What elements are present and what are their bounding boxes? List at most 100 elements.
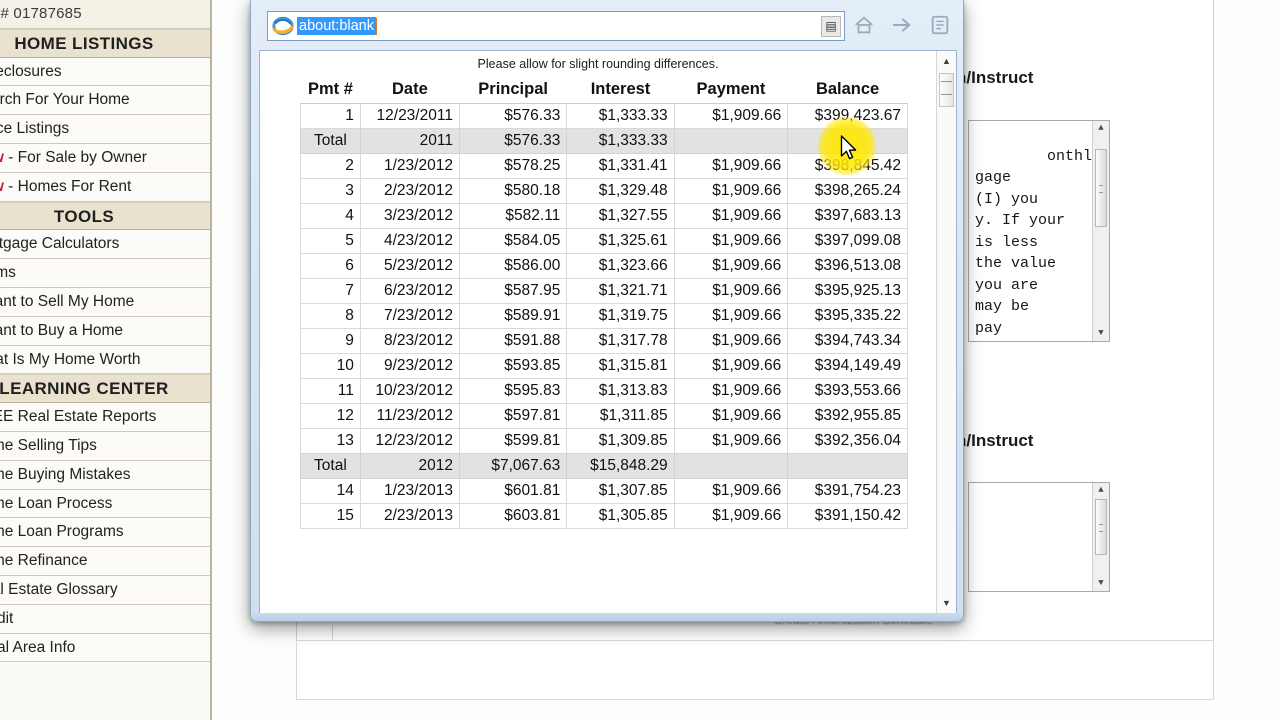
sidebar: Lic. # 01787685 HOME LISTINGS Foreclosure… — [0, 0, 212, 720]
cell-interest: $1,331.41 — [566, 152, 675, 179]
sidebar-item-label: Home Loan Programs — [0, 523, 124, 541]
sidebar-item-label: What Is My Home Worth — [0, 350, 141, 368]
cell-balance — [787, 127, 908, 154]
scroll-up-icon[interactable]: ▲ — [937, 52, 956, 70]
screen: Lic. # 01787685 HOME LISTINGS Foreclosure… — [0, 0, 1280, 720]
cell-principal: $584.05 — [458, 227, 568, 254]
cell-payment: $1,909.66 — [673, 377, 789, 404]
scrollbar-thumb[interactable] — [1095, 499, 1107, 555]
sidebar-section-tools: TOOLS — [0, 201, 210, 231]
popup-scrollbar[interactable]: ▲ ▼ — [936, 51, 956, 613]
cell-date: 2/23/2012 — [359, 177, 460, 204]
table-total-row: Total 2011 $576.33 $1,333.33 — [300, 127, 908, 154]
scroll-up-icon[interactable]: ▲ — [1093, 121, 1109, 136]
background-lower-panel — [296, 640, 1214, 700]
sidebar-item-i-want-to-buy-a-home[interactable]: I Want to Buy a Home — [0, 316, 210, 346]
table-row: 13 12/23/2012 $599.81 $1,309.85 $1,909.66 $39… — [300, 427, 908, 454]
cell-balance: $398,265.24 — [787, 177, 908, 204]
license-number: Lic. # 01787685 — [0, 0, 210, 29]
sidebar-item-i-want-to-sell-my-home[interactable]: I Want to Sell My Home — [0, 287, 210, 317]
scroll-down-icon[interactable]: ▼ — [937, 594, 956, 612]
sidebar-item-office-listings[interactable]: Office Listings — [0, 115, 210, 144]
refresh-icon[interactable] — [929, 14, 951, 36]
sidebar-item-home-refinance[interactable]: Home Refinance — [0, 547, 210, 576]
column-header-payment[interactable]: Payment — [674, 77, 788, 104]
cell-principal: $599.81 — [458, 427, 568, 454]
sidebar-item-local-area-info[interactable]: Local Area Info — [0, 633, 210, 663]
table-header-row: Pmt # Date Principal Interest Payment Balance — [300, 77, 908, 104]
sidebar-item-homes-for-rent[interactable]: New - Homes For Rent — [0, 172, 210, 202]
cell-payment — [673, 452, 789, 479]
background-heading-1: h/Instruct — [956, 68, 1034, 87]
scroll-up-icon[interactable]: ▲ — [1093, 483, 1109, 498]
sidebar-item-home-buying-mistakes[interactable]: Home Buying Mistakes — [0, 460, 210, 490]
explain-scrollbar-1[interactable]: ▲ ▼ — [1092, 121, 1109, 341]
sidebar-item-foreclosures[interactable]: Foreclosures — [0, 57, 210, 87]
cell-balance: $396,513.08 — [787, 252, 908, 279]
explain-scrollbar-2[interactable]: ▲ ▼ — [1092, 483, 1109, 591]
cell-interest: $1,333.33 — [566, 127, 675, 154]
explain-textarea-2[interactable]: ▲ ▼ — [968, 482, 1110, 592]
sidebar-item-label: Office Listings — [0, 120, 70, 138]
cell-date: 5/23/2012 — [359, 252, 460, 279]
new-badge: New — [0, 178, 4, 195]
cell-balance: $391,754.23 — [787, 477, 908, 504]
cell-payment: $1,909.66 — [673, 477, 789, 504]
new-badge: New — [0, 149, 4, 166]
cell-pmt: 11 — [300, 377, 361, 404]
cell-pmt: 13 — [300, 427, 361, 454]
sidebar-item-for-sale-by-owner[interactable]: New - For Sale by Owner — [0, 143, 210, 173]
column-header-principal[interactable]: Principal — [459, 77, 567, 104]
scrollbar-thumb[interactable] — [1095, 149, 1107, 227]
cell-pmt: 8 — [300, 302, 361, 329]
sidebar-item-label: Homes For Rent — [17, 177, 132, 195]
home-icon[interactable] — [853, 14, 875, 36]
cell-payment: $1,909.66 — [673, 277, 789, 304]
sidebar-item-label: Local Area Info — [0, 638, 76, 656]
explain-textarea-1[interactable]: onthly gage (I) you y. If your is less t… — [968, 120, 1110, 342]
cell-pmt: 7 — [300, 277, 361, 304]
sidebar-item-home-loan-programs[interactable]: Home Loan Programs — [0, 518, 210, 548]
cell-pmt: 12 — [300, 402, 361, 429]
table-row: 14 1/23/2013 $601.81 $1,307.85 $1,909.66 $391… — [300, 477, 908, 504]
cell-interest: $1,311.85 — [566, 402, 675, 429]
rounding-notice: Please allow for slight rounding differe… — [477, 57, 719, 71]
sidebar-item-free-real-estate-reports[interactable]: FREE Real Estate Reports — [0, 403, 210, 432]
address-dropdown-button[interactable]: ▤ — [821, 16, 841, 37]
cell-interest: $1,305.85 — [566, 502, 675, 529]
sidebar-item-label: FREE Real Estate Reports — [0, 408, 157, 426]
address-input-value[interactable]: about:blank — [297, 17, 376, 35]
sidebar-item-mortgage-calculators[interactable]: Mortgage Calculators — [0, 230, 210, 260]
sidebar-item-credit[interactable]: Credit — [0, 604, 210, 634]
cell-balance: $395,335.22 — [787, 302, 908, 329]
table-row: 8 7/23/2012 $589.91 $1,319.75 $1,909.66 $395,… — [300, 302, 908, 329]
cell-date: 11/23/2012 — [359, 402, 460, 429]
sidebar-item-real-estate-glossary[interactable]: Real Estate Glossary — [0, 575, 210, 605]
sidebar-item-home-selling-tips[interactable]: Home Selling Tips — [0, 431, 210, 461]
scroll-down-icon[interactable]: ▼ — [1093, 576, 1109, 591]
table-row: 10 9/23/2012 $593.85 $1,315.81 $1,909.66 $394… — [300, 352, 908, 379]
cell-payment: $1,909.66 — [673, 327, 789, 354]
cell-balance: $393,553.66 — [787, 377, 908, 404]
sidebar-item-what-is-my-home-worth[interactable]: What Is My Home Worth — [0, 345, 210, 375]
column-header-balance[interactable]: Balance — [787, 77, 908, 104]
cell-payment — [673, 127, 789, 154]
address-bar[interactable]: about:blank ▤ — [267, 11, 845, 41]
cell-interest: $1,309.85 — [566, 427, 675, 454]
cell-pmt: 14 — [300, 477, 361, 504]
cell-pmt: 10 — [300, 352, 361, 379]
sidebar-section-learning-center: LEARNING CENTER — [0, 374, 210, 404]
cell-balance: $392,955.85 — [787, 402, 908, 429]
arrow-icon[interactable] — [891, 14, 913, 36]
scroll-down-icon[interactable]: ▼ — [1093, 326, 1109, 341]
cell-balance: $397,683.13 — [787, 202, 908, 229]
column-header-interest[interactable]: Interest — [566, 77, 675, 104]
column-header-date[interactable]: Date — [360, 77, 460, 104]
sidebar-item-forms[interactable]: Forms — [0, 259, 210, 288]
table-row: 6 5/23/2012 $586.00 $1,323.66 $1,909.66 $396,… — [300, 252, 908, 279]
cell-principal: $587.95 — [458, 277, 568, 304]
column-header-pmt[interactable]: Pmt # — [300, 77, 361, 104]
sidebar-item-search-for-your-home[interactable]: Search For Your Home — [0, 86, 210, 116]
sidebar-item-home-loan-process[interactable]: Home Loan Process — [0, 489, 210, 519]
cell-principal: $7,067.63 — [458, 452, 568, 479]
